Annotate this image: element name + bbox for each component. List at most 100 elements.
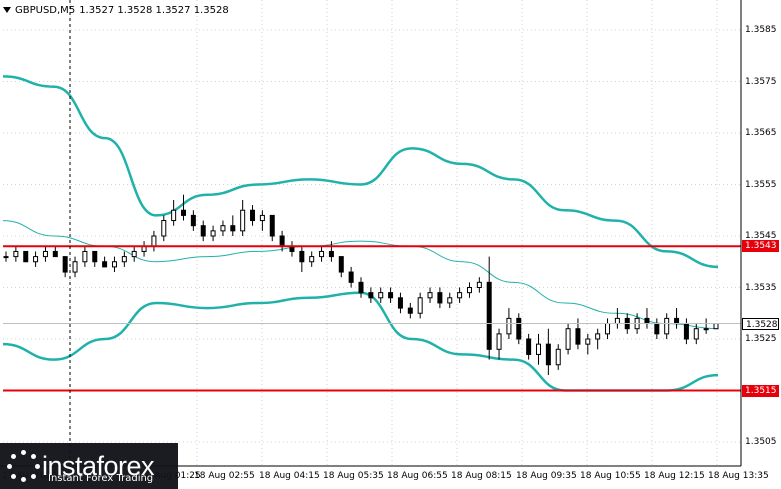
- time-tick-label: 18 Aug 09:35: [516, 471, 577, 481]
- candle-body: [516, 317, 522, 340]
- candle: [289, 241, 295, 257]
- resistance-price-tag: 1.3543: [742, 240, 779, 253]
- candle: [259, 210, 265, 231]
- candle: [713, 323, 719, 330]
- candle: [309, 251, 315, 267]
- candle: [200, 220, 206, 242]
- price-tick-label: 1.3555: [745, 179, 777, 190]
- candle-body: [536, 343, 541, 355]
- candle-body: [240, 209, 246, 232]
- candle: [151, 230, 157, 252]
- candle-body: [585, 338, 591, 345]
- time-tick-label: 18 Aug 12:15: [644, 471, 705, 481]
- candle-body: [72, 261, 78, 273]
- candle: [33, 251, 39, 267]
- candle-body: [447, 297, 453, 304]
- candle-body: [506, 317, 512, 335]
- support-price-tag: 1.3515: [742, 384, 779, 397]
- price-tick-label: 1.3575: [745, 76, 777, 87]
- candle: [210, 225, 216, 242]
- candle-body: [328, 250, 334, 258]
- time-tick-label: 18 Aug 04:15: [259, 471, 320, 481]
- candle-body: [545, 343, 551, 366]
- candle-body: [417, 297, 423, 314]
- candle: [536, 333, 541, 365]
- candle-body: [3, 256, 9, 259]
- candle-body: [220, 225, 226, 232]
- candle-body: [457, 292, 463, 299]
- candle-body: [397, 297, 403, 309]
- candle: [476, 277, 482, 293]
- horizontal-levels[interactable]: [3, 245, 741, 392]
- candle-body: [388, 292, 394, 299]
- candle-body: [654, 323, 660, 335]
- price-tick-label: 1.3525: [745, 334, 777, 344]
- candle-body: [427, 292, 433, 299]
- candle: [427, 287, 433, 303]
- logo-icon: [6, 448, 42, 484]
- price-tick-label: 1.3565: [745, 128, 777, 138]
- candle: [319, 246, 325, 262]
- candle: [92, 250, 98, 267]
- candle: [42, 246, 48, 262]
- ohlc-values: 1.3527 1.3528 1.3527 1.3528: [79, 4, 229, 16]
- candle-body: [269, 214, 275, 237]
- candle: [181, 194, 186, 221]
- candle-body: [693, 328, 699, 340]
- instaforex-logo: instaforex Instant Forex Trading: [0, 443, 178, 489]
- candle-body: [614, 317, 620, 325]
- candle: [417, 292, 423, 319]
- candle-body: [92, 250, 98, 263]
- candle-body: [42, 250, 48, 258]
- current-price-tag: 1.3528: [742, 317, 779, 330]
- candle-body: [605, 323, 611, 335]
- price-chart[interactable]: [0, 0, 781, 489]
- candle-body: [713, 323, 719, 330]
- price-tick-label: 1.3535: [745, 282, 777, 293]
- candle-body: [299, 250, 305, 263]
- candle-body: [496, 333, 502, 350]
- candles: [3, 194, 719, 376]
- grid: [3, 0, 741, 466]
- candle: [437, 287, 443, 309]
- candle-body: [181, 209, 186, 216]
- candle: [250, 205, 256, 226]
- candle: [121, 251, 127, 267]
- candle-body: [437, 292, 443, 304]
- candle: [605, 318, 611, 339]
- candle: [457, 287, 463, 303]
- candle-body: [319, 250, 325, 258]
- price-tick-label: 1.3585: [745, 25, 777, 35]
- candle: [703, 318, 709, 334]
- candle: [82, 246, 88, 267]
- candle: [654, 318, 660, 339]
- candle: [565, 323, 571, 355]
- price-axis[interactable]: 1.3585 1.3575 1.3565 1.3555 1.3545 1.3535 1.35…: [741, 0, 781, 466]
- candle-body: [62, 256, 68, 273]
- candle: [111, 256, 117, 273]
- chart-header: GBPUSD,M5 1.3527 1.3528 1.3527 1.3528: [3, 2, 229, 18]
- candle-body: [210, 230, 216, 237]
- candle-body: [111, 261, 117, 268]
- symbol-label: GBPUSD,M5: [15, 4, 76, 16]
- candle: [161, 215, 167, 242]
- candle-body: [407, 307, 413, 314]
- candle: [526, 333, 532, 360]
- time-tick-label: 18 Aug 13:35: [708, 471, 769, 481]
- candle-body: [565, 328, 571, 350]
- candle: [72, 256, 78, 278]
- candle: [358, 277, 364, 298]
- candle: [496, 328, 502, 360]
- candle-body: [358, 281, 364, 294]
- candle-body: [82, 250, 88, 263]
- candle-body: [348, 271, 354, 283]
- candle: [13, 246, 19, 262]
- candle-body: [466, 287, 472, 294]
- candle-body: [664, 317, 670, 335]
- candle-body: [200, 225, 206, 237]
- chevron-down-icon[interactable]: [3, 7, 11, 13]
- candle-body: [338, 256, 344, 273]
- candle-body: [171, 209, 177, 222]
- price-tick-label: 1.3505: [745, 437, 777, 447]
- candle: [171, 199, 177, 226]
